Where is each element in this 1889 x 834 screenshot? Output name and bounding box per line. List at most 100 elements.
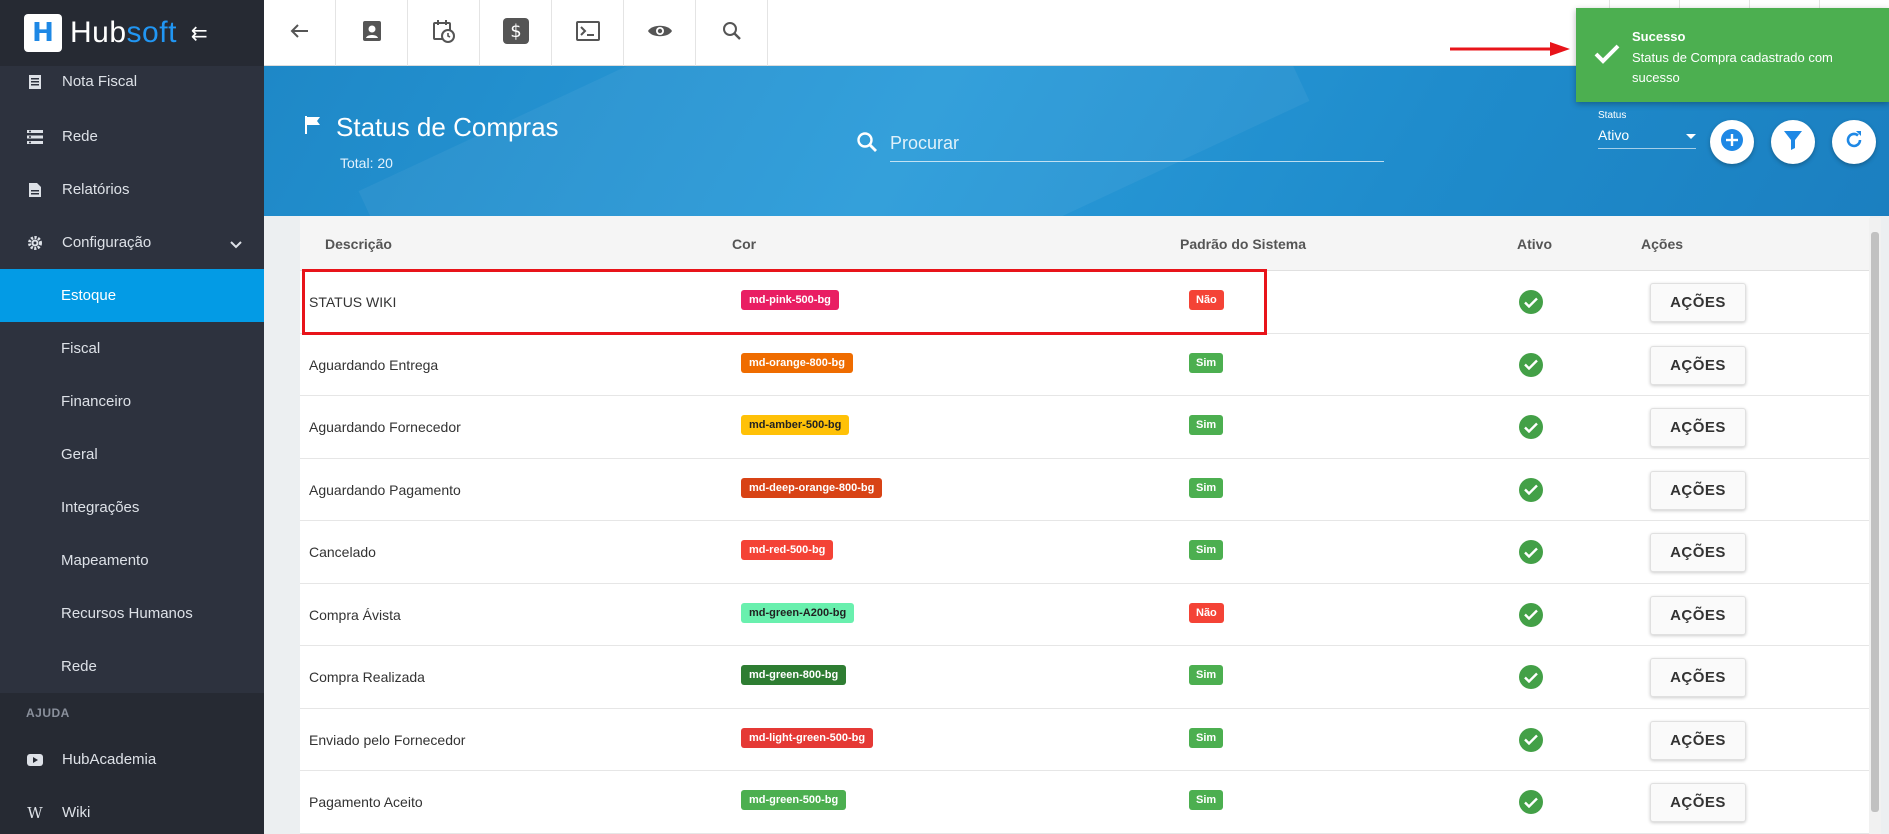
color-tag: md-deep-orange-800-bg <box>741 477 883 498</box>
row-description: Compra Realizada <box>309 669 425 685</box>
check-circle-icon <box>1519 290 1543 314</box>
wikipedia-icon: W <box>27 803 43 822</box>
actions-button[interactable]: AÇÕES <box>1650 533 1746 572</box>
default-badge: Não <box>1189 290 1224 310</box>
sidebar-subitem-financeiro[interactable]: Financeiro <box>0 375 264 428</box>
actions-button[interactable]: AÇÕES <box>1650 720 1746 760</box>
logo-text: Hubsoft <box>70 16 177 50</box>
sidebar-item-nota-fiscal[interactable]: Nota Fiscal <box>0 66 264 110</box>
plus-circle-icon <box>1720 128 1744 157</box>
table-row: Enviado pelo Fornecedor md-light-green-50… <box>300 709 1870 771</box>
sidebar-item-label: Relatórios <box>62 181 130 198</box>
toast-message: Status de Compra cadastrado com sucesso <box>1632 50 1833 85</box>
sidebar-subitem-mapeamento[interactable]: Mapeamento <box>0 534 264 587</box>
financial-button[interactable]: $ <box>480 0 552 66</box>
row-description: Cancelado <box>309 544 376 560</box>
row-description: Enviado pelo Fornecedor <box>309 731 466 748</box>
table-row: Pagamento Aceito md-green-500-bg Sim AÇÕES <box>300 771 1870 834</box>
contacts-button[interactable] <box>336 0 408 66</box>
default-badge: Sim <box>1189 415 1224 435</box>
add-button[interactable] <box>1710 120 1754 164</box>
actions-button[interactable]: AÇÕES <box>1650 783 1746 822</box>
column-header-descricao[interactable]: Descrição <box>325 236 392 252</box>
refresh-button[interactable] <box>1832 120 1876 164</box>
table-header: Descrição Cor Padrão do Sistema Ativo Aç… <box>300 216 1870 271</box>
back-arrow-icon <box>290 23 310 44</box>
collapse-sidebar-icon[interactable]: ⇇ <box>191 21 208 46</box>
sidebar-subitem-geral[interactable]: Geral <box>0 428 264 481</box>
actions-button[interactable]: AÇÕES <box>1650 470 1746 510</box>
table-card: Descrição Cor Padrão do Sistema Ativo Aç… <box>300 216 1870 834</box>
terminal-button[interactable] <box>552 0 624 66</box>
row-description: Pagamento Aceito <box>309 794 423 810</box>
table-row: Aguardando Pagamento md-deep-orange-800-b… <box>300 459 1870 521</box>
actions-button[interactable]: AÇÕES <box>1650 658 1746 697</box>
refresh-icon <box>1844 130 1864 155</box>
column-header-ativo[interactable]: Ativo <box>1517 236 1552 252</box>
scrollbar-thumb[interactable] <box>1871 232 1879 812</box>
network-icon <box>26 128 44 146</box>
actions-button[interactable]: AÇÕES <box>1650 408 1746 447</box>
check-circle-icon <box>1519 352 1543 377</box>
column-header-cor[interactable]: Cor <box>732 236 756 252</box>
sidebar-subitem-estoque[interactable]: Estoque <box>0 269 264 322</box>
sidebar-item-label: HubAcademia <box>62 751 157 768</box>
logo-mark: H <box>24 14 62 52</box>
column-header-padrao[interactable]: Padrão do Sistema <box>1180 236 1306 252</box>
table-row: Aguardando Entrega md-orange-800-bg Sim AÇÕ… <box>300 334 1870 396</box>
search-icon <box>722 21 742 46</box>
sidebar-item-hubacademia[interactable]: HubAcademia <box>0 733 264 786</box>
filter-button[interactable] <box>1771 120 1815 164</box>
success-toast[interactable]: Sucesso Status de Compra cadastrado com … <box>1576 8 1889 102</box>
sidebar-item-configuracao[interactable]: Configuração <box>0 216 264 269</box>
chevron-down-icon <box>230 236 242 253</box>
filter-icon <box>1783 129 1803 156</box>
color-tag: md-light-green-500-bg <box>741 727 874 748</box>
eye-icon <box>647 23 673 44</box>
default-badge: Sim <box>1189 540 1224 560</box>
schedule-button[interactable] <box>408 0 480 66</box>
color-tag: md-green-800-bg <box>741 665 847 685</box>
sidebar-subitem-recursos-humanos[interactable]: Recursos Humanos <box>0 587 264 640</box>
sidebar-item-relatorios[interactable]: Relatórios <box>0 163 264 216</box>
color-tag: md-red-500-bg <box>741 540 834 560</box>
color-tag: md-orange-800-bg <box>741 352 853 373</box>
color-tag: md-amber-500-bg <box>741 415 850 435</box>
sidebar-item-rede[interactable]: Rede <box>0 110 264 163</box>
svg-text:$: $ <box>510 21 521 42</box>
logo-text-soft: soft <box>126 16 177 49</box>
sidebar-item-label: Estoque <box>61 287 117 304</box>
sidebar-item-label: Configuração <box>62 234 152 251</box>
vertical-scrollbar[interactable] <box>1869 218 1881 834</box>
sidebar-subitem-rede[interactable]: Rede <box>0 640 264 693</box>
column-header-acoes: Ações <box>1641 236 1684 252</box>
sidebar-item-label: Wiki <box>62 804 91 821</box>
sidebar-subitem-fiscal[interactable]: Fiscal <box>0 322 264 375</box>
sidebar-subitem-integracoes[interactable]: Integrações <box>0 481 264 534</box>
actions-button[interactable]: AÇÕES <box>1650 283 1746 322</box>
sidebar-item-label: Mapeamento <box>61 552 149 569</box>
check-circle-icon <box>1519 415 1543 439</box>
row-description: Aguardando Fornecedor <box>309 419 461 435</box>
sidebar-item-label: Fiscal <box>61 340 101 357</box>
check-circle-icon <box>1519 540 1543 564</box>
total-count: Total: 20 <box>340 155 393 171</box>
row-description: Compra Ávista <box>309 606 401 623</box>
actions-button[interactable]: AÇÕES <box>1650 595 1746 635</box>
status-select[interactable]: Status Ativo <box>1598 110 1696 149</box>
back-button[interactable] <box>264 0 336 66</box>
logo-bar: H Hubsoft ⇇ <box>0 0 264 66</box>
view-button[interactable] <box>624 0 696 66</box>
default-badge: Sim <box>1189 477 1224 498</box>
sidebar-item-label: Rede <box>62 128 98 145</box>
check-circle-icon <box>1519 602 1543 627</box>
default-badge: Sim <box>1189 790 1224 810</box>
actions-button[interactable]: AÇÕES <box>1650 345 1746 385</box>
page-title-wrap: Status de Compras <box>304 112 559 143</box>
search-input[interactable] <box>890 128 1370 158</box>
sidebar-item-wiki[interactable]: W Wiki <box>0 786 264 834</box>
table-row: Aguardando Fornecedor md-amber-500-bg Sim A… <box>300 396 1870 459</box>
search-button[interactable] <box>696 0 768 66</box>
logo-letter: H <box>32 18 54 48</box>
terminal-icon <box>575 20 600 46</box>
